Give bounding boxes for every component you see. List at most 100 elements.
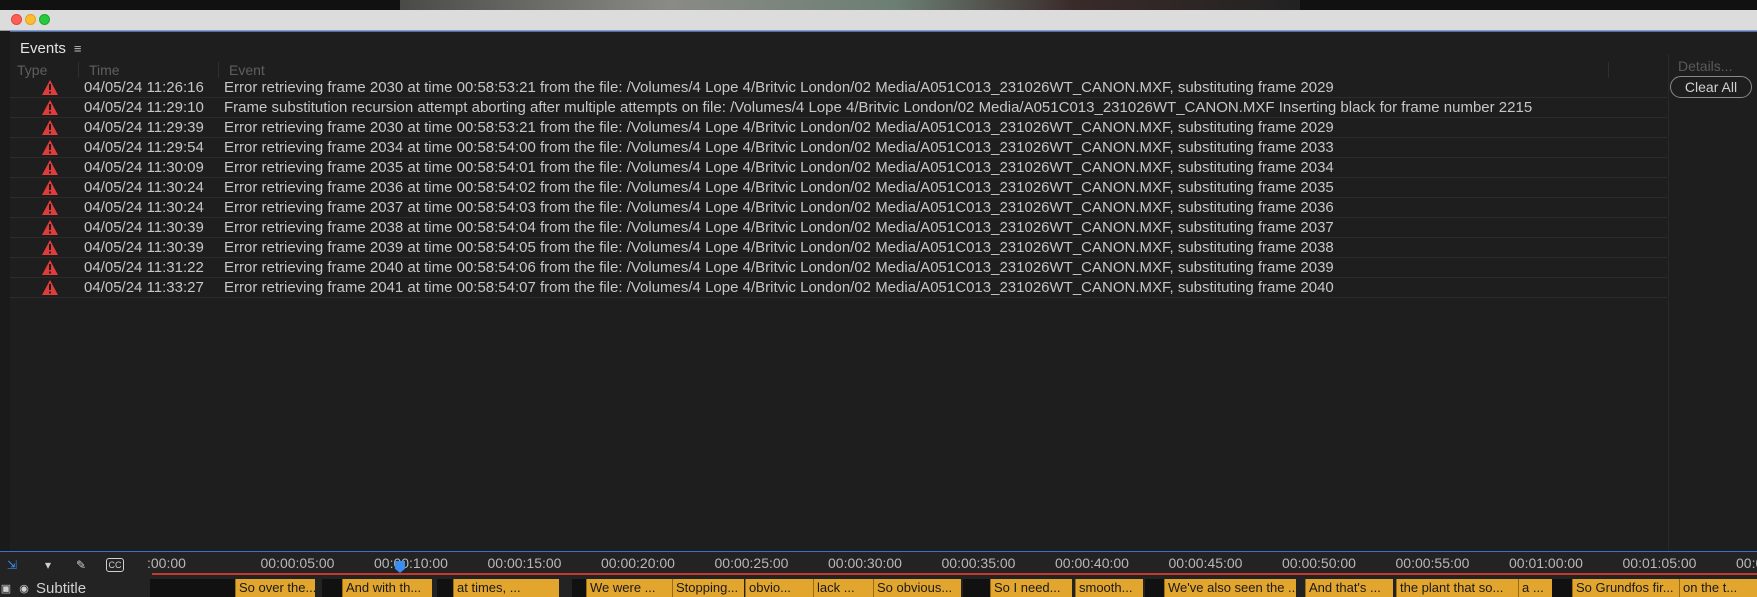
table-row[interactable]: 04/05/24 11:31:22 Error retrieving frame …	[10, 258, 1667, 278]
events-table: Type Time Event 04/05/24 11:26:16 Error r…	[10, 62, 1667, 298]
time-ruler[interactable]: :00:00 00:00:05:00 00:00:10:00 00:00:15:00 0…	[147, 552, 1757, 574]
track-name: Subtitle	[36, 579, 87, 597]
warning-icon	[42, 120, 58, 135]
subtitle-clip[interactable]: smooth...	[1075, 579, 1143, 597]
row-time: 04/05/24 11:33:27	[84, 279, 204, 296]
wrench-icon[interactable]: ✎	[73, 558, 89, 572]
ruler-tick-label: 00:01:05:00	[1622, 555, 1697, 571]
row-time: 04/05/24 11:26:16	[84, 79, 204, 96]
ruler-tick-label: 00:01:1	[1736, 555, 1757, 571]
row-time: 04/05/24 11:30:09	[84, 159, 204, 176]
warning-icon	[42, 140, 58, 155]
clear-all-button[interactable]: Clear All	[1670, 76, 1752, 98]
track-gap	[437, 579, 453, 597]
track-gap	[572, 579, 586, 597]
row-time: 04/05/24 11:31:22	[84, 259, 204, 276]
table-row[interactable]: 04/05/24 11:30:09 Error retrieving frame …	[10, 158, 1667, 178]
subtitle-clip[interactable]: obvio...	[745, 579, 813, 597]
table-row[interactable]: 04/05/24 11:26:16 Error retrieving frame …	[10, 78, 1667, 98]
work-area-bar	[152, 573, 1757, 575]
timeline-controls: ⇲ ▾ ✎ CC ▣ ◉ Subtitle	[0, 552, 152, 597]
close-window-button[interactable]	[11, 14, 22, 25]
track-target-icon[interactable]: ▣	[0, 582, 12, 595]
column-header-time[interactable]: Time	[89, 62, 120, 78]
subtitle-clip[interactable]: So Grundfos fir...	[1572, 579, 1680, 597]
track-gap	[150, 579, 235, 597]
timeline-panel: ⇲ ▾ ✎ CC ▣ ◉ Subtitle :00:00 00:00:05:00 0…	[0, 551, 1757, 597]
subtitle-clip[interactable]: the plant that so...	[1396, 579, 1518, 597]
hamburger-icon[interactable]: ≡	[74, 41, 82, 56]
subtitle-clip[interactable]: on the t...	[1679, 579, 1757, 597]
track-gap	[963, 579, 990, 597]
ruler-tick-label: 00:01:00:00	[1509, 555, 1583, 571]
subtitle-clip[interactable]: at times, ...	[453, 579, 559, 597]
ruler-tick-label: 00:00:15:00	[487, 555, 562, 571]
subtitle-clip[interactable]: So obvious...	[873, 579, 961, 597]
marker-icon[interactable]: ▾	[40, 558, 56, 572]
column-divider[interactable]	[218, 62, 219, 78]
warning-icon	[42, 260, 58, 275]
table-row[interactable]: 04/05/24 11:30:24 Error retrieving frame …	[10, 178, 1667, 198]
table-row[interactable]: 04/05/24 11:29:54 Error retrieving frame …	[10, 138, 1667, 158]
row-event: Error retrieving frame 2035 at time 00:5…	[224, 159, 1334, 176]
ruler-tick-label: 00:00:20:00	[601, 555, 675, 571]
warning-icon	[42, 280, 58, 295]
ruler-tick-label: 00:00:40:00	[1055, 555, 1129, 571]
column-header-type[interactable]: Type	[17, 62, 47, 78]
captions-icon[interactable]: CC	[106, 558, 124, 572]
ruler-tick-label: 00:00:45:00	[1168, 555, 1243, 571]
warning-icon	[42, 200, 58, 215]
warning-icon	[42, 220, 58, 235]
ruler-tick-label: :00:00	[147, 555, 186, 571]
subtitle-clip[interactable]: So I need...	[990, 579, 1072, 597]
table-row[interactable]: 04/05/24 11:29:39 Error retrieving frame …	[10, 118, 1667, 138]
subtitle-track: So over the... And with th... at times, ..…	[150, 579, 1757, 597]
row-event: Error retrieving frame 2036 at time 00:5…	[224, 179, 1334, 196]
panel-titlebar	[0, 10, 1757, 31]
column-divider[interactable]	[1608, 62, 1609, 78]
events-panel: Events ≡ Type Time Event 04/05/24 11:26:…	[10, 31, 1757, 552]
subtitle-clip[interactable]: So over the...	[235, 579, 315, 597]
row-event: Error retrieving frame 2030 at time 00:5…	[224, 79, 1334, 96]
subtitle-clip[interactable]: Stopping...	[672, 579, 744, 597]
subtitle-clip[interactable]: a ...	[1518, 579, 1552, 597]
table-header: Type Time Event	[10, 62, 1667, 78]
column-header-event[interactable]: Event	[229, 62, 265, 78]
warning-icon	[42, 100, 58, 115]
row-event: Error retrieving frame 2030 at time 00:5…	[224, 119, 1334, 136]
playhead[interactable]	[395, 561, 405, 573]
subtitle-track-header: ▣ ◉ Subtitle	[0, 579, 152, 597]
track-gap	[1145, 579, 1164, 597]
row-time: 04/05/24 11:30:24	[84, 179, 204, 196]
snap-icon[interactable]: ⇲	[4, 558, 20, 572]
table-row[interactable]: 04/05/24 11:30:39 Error retrieving frame …	[10, 238, 1667, 258]
table-row[interactable]: 04/05/24 11:30:39 Error retrieving frame …	[10, 218, 1667, 238]
warning-icon	[42, 80, 58, 95]
row-time: 04/05/24 11:29:54	[84, 139, 204, 156]
details-divider	[1668, 54, 1669, 552]
row-event: Error retrieving frame 2038 at time 00:5…	[224, 219, 1334, 236]
eye-icon[interactable]: ◉	[18, 582, 30, 595]
table-row[interactable]: 04/05/24 11:30:24 Error retrieving frame …	[10, 198, 1667, 218]
subtitle-clip[interactable]: lack ...	[813, 579, 873, 597]
panel-header: Events ≡	[20, 37, 81, 59]
row-event: Error retrieving frame 2037 at time 00:5…	[224, 199, 1334, 216]
subtitle-clip[interactable]: And that's ...	[1305, 579, 1393, 597]
track-gap	[1552, 579, 1572, 597]
subtitle-clip[interactable]: We were ...	[586, 579, 672, 597]
details-button[interactable]: Details...	[1678, 58, 1732, 74]
table-row[interactable]: 04/05/24 11:29:10 Frame substitution recu…	[10, 98, 1667, 118]
video-preview-strip	[0, 0, 1757, 10]
row-event: Error retrieving frame 2041 at time 00:5…	[224, 279, 1334, 296]
table-row[interactable]: 04/05/24 11:33:27 Error retrieving frame …	[10, 278, 1667, 298]
maximize-window-button[interactable]	[39, 14, 50, 25]
ruler-tick-label: 00:00:55:00	[1395, 555, 1470, 571]
minimize-window-button[interactable]	[25, 14, 36, 25]
ruler-tick-label: 00:00:05:00	[260, 555, 335, 571]
column-divider[interactable]	[78, 62, 79, 78]
row-time: 04/05/24 11:29:10	[84, 99, 204, 116]
subtitle-clip[interactable]: And with th...	[342, 579, 432, 597]
row-event: Frame substitution recursion attempt abo…	[224, 99, 1533, 116]
subtitle-clip[interactable]: We've also seen the ...	[1164, 579, 1296, 597]
ruler-tick-label: 00:00:25:00	[714, 555, 789, 571]
